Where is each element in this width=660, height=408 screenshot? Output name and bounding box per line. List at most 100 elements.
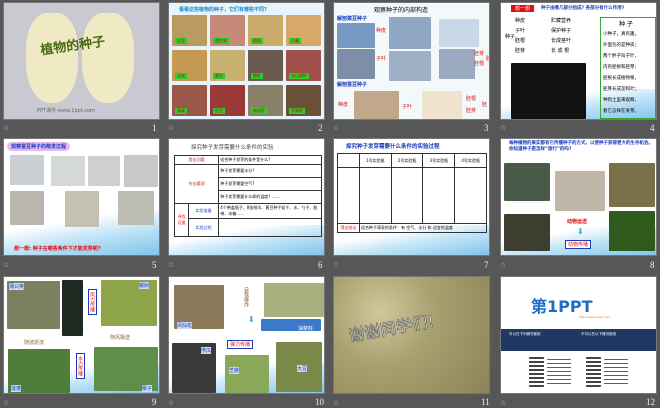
slide-title: 探究种子发芽需要什么条件的实验 bbox=[191, 145, 274, 151]
label: 芝麻 bbox=[229, 367, 240, 374]
slide-title: 观察种子的内部构造 bbox=[374, 7, 429, 14]
subtitle: 解剖菜豆种子 bbox=[337, 16, 368, 22]
poem-line: 看它怎样在发芽。 bbox=[603, 109, 639, 114]
seed-label: 橙籽 bbox=[251, 73, 263, 79]
experiment-table: 提出问题 适合种子发芽的条件是什么? 作出猜测 种子发芽需要水分? 种子发芽需要空气… bbox=[173, 155, 322, 237]
seed-half-image bbox=[26, 13, 78, 103]
seed-label: 小麦 bbox=[289, 38, 301, 44]
experiment-process-table: 1号实验瓶 2号实验瓶 3号实验瓶 4号实验瓶 得出结论 适合种子萌发的条件：有 空气、… bbox=[337, 153, 487, 233]
seed-part: 胚根 bbox=[515, 38, 526, 44]
slide-thumbnail-5[interactable]: 观察蚕豆种子的萌发过程 想一想: 种子在哪些条件下才能发芽呢? bbox=[3, 138, 160, 256]
question: 种子由哪几部分组成? 各部分有什么作用? bbox=[541, 6, 625, 11]
label: 槭树 bbox=[139, 282, 150, 289]
poem-line: 胚根长成植物根， bbox=[603, 76, 639, 81]
label: 随风飘送 bbox=[110, 335, 131, 341]
poem-line: 种到土里来观察， bbox=[603, 98, 639, 103]
label: 莲蓬 bbox=[11, 385, 22, 392]
slide-number: 11 bbox=[481, 397, 490, 407]
label: 动物运送 bbox=[567, 219, 588, 225]
seed-label: 蚕豆 bbox=[213, 73, 225, 79]
down-arrow-icon: ⬇ bbox=[248, 315, 255, 324]
label: 种皮 bbox=[376, 28, 387, 34]
url: http://www.1ppt.com bbox=[579, 315, 611, 319]
animation-icon: ☆ bbox=[500, 124, 507, 132]
label: 风力传播 bbox=[88, 289, 97, 315]
label: 自我爆炸 bbox=[243, 287, 249, 307]
label: 胚 bbox=[482, 102, 488, 108]
seed-label: 高粱 bbox=[175, 108, 187, 114]
usage-forbidden-title: 不可以在以下情况使用 bbox=[581, 332, 616, 336]
seed-half-image bbox=[82, 13, 134, 103]
subtitle: 解剖蚕豆种子 bbox=[337, 82, 368, 88]
slide-number: 1 bbox=[152, 123, 157, 133]
slide-number: 7 bbox=[484, 260, 489, 270]
animation-icon: ☆ bbox=[3, 261, 10, 269]
seed-function: 保护种子 bbox=[551, 28, 572, 34]
slide-number: 3 bbox=[484, 123, 489, 133]
slide-thumbnail-10[interactable]: 凤仙花 自我爆炸 ⬇ 油菜籽 弹力传播 喷瓜 芝麻 大豆 bbox=[168, 276, 325, 394]
logo: 第1PPT bbox=[531, 297, 593, 316]
slide-title: 观察蚕豆种子的萌发过程 bbox=[7, 142, 71, 151]
animation-icon: ☆ bbox=[333, 124, 340, 132]
animation-icon: ☆ bbox=[3, 124, 10, 132]
label: 大豆 bbox=[297, 365, 308, 372]
label: 子叶 bbox=[376, 56, 387, 62]
slide-number: 12 bbox=[646, 397, 655, 407]
slide-thumbnail-3[interactable]: 观察种子的内部构造 解剖菜豆种子 解剖蚕豆种子 种皮 子叶 胚芽 胚根 胚 种皮… bbox=[333, 2, 490, 120]
slide-thumbnail-7[interactable]: 探究种子发芽需要什么条件的实验过程 1号实验瓶 2号实验瓶 3号实验瓶 4号实验瓶 得… bbox=[333, 138, 490, 256]
usage-allowed-title: 可以在下列情况使用 bbox=[509, 332, 541, 336]
seed-function: 长成茎叶 bbox=[551, 38, 572, 44]
label: 蒲公英 bbox=[9, 283, 25, 290]
slide-number: 4 bbox=[650, 123, 655, 133]
label: 子叶 bbox=[402, 104, 413, 110]
label: 胚芽 bbox=[474, 51, 485, 57]
slide-number: 5 bbox=[152, 260, 157, 270]
seed-label: 玉米 bbox=[175, 73, 187, 79]
slide-thumbnail-9[interactable]: 风力传播 随波逐流 随风飘送 水力传播 蒲公英 槭树 莲蓬 椰子 bbox=[3, 276, 160, 394]
slide-number: 8 bbox=[650, 260, 655, 270]
slide-thumbnail-6[interactable]: 探究种子发芽需要什么条件的实验 提出问题 适合种子发芽的条件是什么? 作出猜测 种子… bbox=[168, 138, 325, 256]
seed-part: 胚芽 bbox=[515, 48, 526, 54]
slide-thumbnail-11[interactable]: 谢谢同学们! bbox=[333, 276, 490, 394]
slide-thumbnail-1[interactable]: 植物的种子 PPT课件-www.1ppt.com bbox=[3, 2, 160, 120]
down-arrow-icon: ⬇ bbox=[577, 227, 584, 236]
animation-icon: ☆ bbox=[500, 399, 507, 407]
animation-icon: ☆ bbox=[168, 399, 175, 407]
seed-function: 贮藏营养 bbox=[551, 18, 572, 24]
tree-root: 种子 bbox=[505, 34, 516, 40]
seed-label: 花生米 bbox=[213, 38, 229, 44]
slide-number: 9 bbox=[152, 397, 157, 407]
seed-label: 稻谷 bbox=[251, 38, 263, 44]
seed-label: 红豆 bbox=[213, 108, 225, 114]
seed-label: 大豆 bbox=[175, 38, 187, 44]
label: 喷瓜 bbox=[201, 347, 212, 354]
label: 油菜籽 bbox=[298, 326, 314, 332]
slide-thumbnail-8[interactable]: 每种植物的果实都有它传播种子的方式，以使种子获得更大的生存机会。你知道种子是怎样… bbox=[500, 138, 657, 256]
label: 椰子 bbox=[142, 385, 153, 392]
seed-label: 南瓜籽 bbox=[251, 108, 267, 114]
animation-icon: ☆ bbox=[3, 399, 10, 407]
label: 种皮 bbox=[338, 102, 349, 108]
slide-number: 6 bbox=[318, 260, 323, 270]
animation-icon: ☆ bbox=[168, 124, 175, 132]
label: 动物传播 bbox=[565, 240, 592, 249]
slide-thumbnail-12[interactable]: 第1PPT http://www.1ppt.com 可以在下列情况使用 不可以在… bbox=[500, 276, 657, 394]
slide-number: 2 bbox=[318, 123, 323, 133]
seed-part: 子叶 bbox=[515, 28, 526, 34]
poem-line: 小种子，真有趣， bbox=[603, 32, 639, 37]
poem-line: 胚芽长成茎和叶； bbox=[603, 87, 639, 92]
intro-text: 每种植物的果实都有它传播种子的方式，以使种子获得更大的生存机会。你知道种子是怎样… bbox=[509, 141, 653, 152]
question: 想一想: 种子在哪些条件下才能发芽呢? bbox=[14, 246, 101, 252]
watermark: PPT课件-www.1ppt.com bbox=[37, 108, 96, 114]
slide-thumbnail-4[interactable]: 想一想 种子由哪几部分组成? 各部分有什么作用? 种子 种皮 贮藏营养子叶 保护种子… bbox=[500, 2, 657, 120]
seed-function: 长 成 根 bbox=[551, 48, 570, 54]
seed-label: 苹果籽 bbox=[289, 108, 305, 114]
banner: 想一想 bbox=[511, 5, 535, 12]
label: 胚根 bbox=[466, 96, 477, 102]
animation-icon: ☆ bbox=[168, 261, 175, 269]
slide-thumbnail-2[interactable]: 看看这些植物的种子，它们有哪些不同? 大豆 花生米 稻谷 小麦 玉米 蚕豆 橙籽 向日葵籽 高粱… bbox=[168, 2, 325, 120]
label: 水力传播 bbox=[76, 353, 85, 379]
label: 凤仙花 bbox=[177, 322, 193, 329]
poem-title: 种 子 bbox=[619, 21, 633, 28]
seed-part: 种皮 bbox=[515, 18, 526, 24]
